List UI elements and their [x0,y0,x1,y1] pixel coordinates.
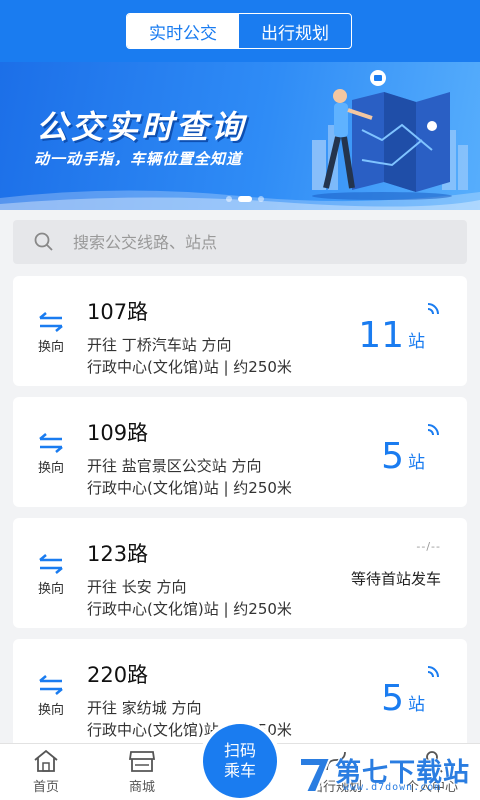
map-person-illustration [312,70,468,200]
swap-direction-button[interactable]: 换向 [33,675,69,718]
route-direction: 开往 盐官景区公交站 方向 [87,457,262,475]
banner-title: 公交实时查询 [36,108,247,146]
swap-label: 换向 [37,703,64,718]
realtime-signal-icon [427,424,439,436]
promo-banner[interactable]: 公交实时查询 动一动手指，车辆位置全知道 [0,62,480,210]
scan-button-face: 扫码 乘车 [203,724,277,798]
swap-arrows-icon [39,312,63,332]
nav-label: 首页 [32,780,59,795]
no-data-dash: --/-- [416,540,441,553]
watermark-url: www.d7down.com [343,782,442,793]
nav-item-home[interactable]: 首页 [16,748,76,795]
stops-away-number: 5 [381,436,404,477]
pagination-dot [258,196,264,202]
route-card[interactable]: 换向 109路 开往 盐官景区公交站 方向 行政中心(文化馆)站 | 约250米… [13,397,467,507]
arrival-stops: 11 站 [358,316,425,356]
stops-unit: 站 [408,453,425,473]
nav-label: 商城 [128,780,155,795]
route-station-distance: 行政中心(文化馆)站 | 约250米 [87,358,292,376]
tab-trip-planning[interactable]: 出行规划 [239,14,351,48]
stops-unit: 站 [408,695,425,715]
home-icon [34,749,58,772]
realtime-signal-icon [427,666,439,678]
route-card[interactable]: 换向 123路 开往 长安 方向 行政中心(文化馆)站 | 约250米 --/-… [13,518,467,628]
nav-item-shop[interactable]: 商城 [112,748,172,795]
stops-unit: 站 [408,332,425,352]
realtime-signal-icon [427,303,439,315]
arrival-stops: 5 站 [381,437,425,477]
stops-away-number: 11 [358,315,404,356]
search-bar[interactable] [13,220,467,264]
swap-direction-button[interactable]: 换向 [33,312,69,355]
watermark-logo-icon [299,757,332,793]
route-station-distance: 行政中心(文化馆)站 | 约250米 [87,600,292,618]
banner-subtitle: 动一动手指，车辆位置全知道 [34,150,243,168]
scan-label-line1: 扫码 [223,741,256,760]
mode-switch: 实时公交 出行规划 [126,13,352,49]
route-name: 220路 [87,663,149,687]
waiting-status: 等待首站发车 [350,570,441,588]
swap-label: 换向 [37,340,64,355]
tab-realtime-bus[interactable]: 实时公交 [127,14,239,48]
top-header: 实时公交 出行规划 [0,0,480,62]
swap-direction-button[interactable]: 换向 [33,433,69,476]
swap-label: 换向 [37,582,64,597]
swap-arrows-icon [39,433,63,453]
swap-arrows-icon [39,675,63,695]
scan-to-ride-button[interactable]: 扫码 乘车 [199,720,281,800]
swap-direction-button[interactable]: 换向 [33,554,69,597]
route-name: 107路 [87,300,149,324]
route-name: 123路 [87,542,149,566]
swap-arrows-icon [39,554,63,574]
arrival-stops: 5 站 [381,679,425,719]
route-direction: 开往 家纺城 方向 [87,699,202,717]
pagination-dot-active [238,196,252,202]
route-card[interactable]: 换向 107路 开往 丁桥汽车站 方向 行政中心(文化馆)站 | 约250米 1… [13,276,467,386]
stops-away-number: 5 [381,678,404,719]
shop-icon [128,751,156,772]
scan-label-line2: 乘车 [223,761,256,780]
search-input[interactable] [73,232,413,252]
route-station-distance: 行政中心(文化馆)站 | 约250米 [87,479,292,497]
banner-pagination [226,196,264,202]
route-name: 109路 [87,421,149,445]
search-icon [34,232,53,251]
pagination-dot [226,196,232,202]
route-direction: 开往 长安 方向 [87,578,187,596]
swap-label: 换向 [37,461,64,476]
route-direction: 开往 丁桥汽车站 方向 [87,336,232,354]
